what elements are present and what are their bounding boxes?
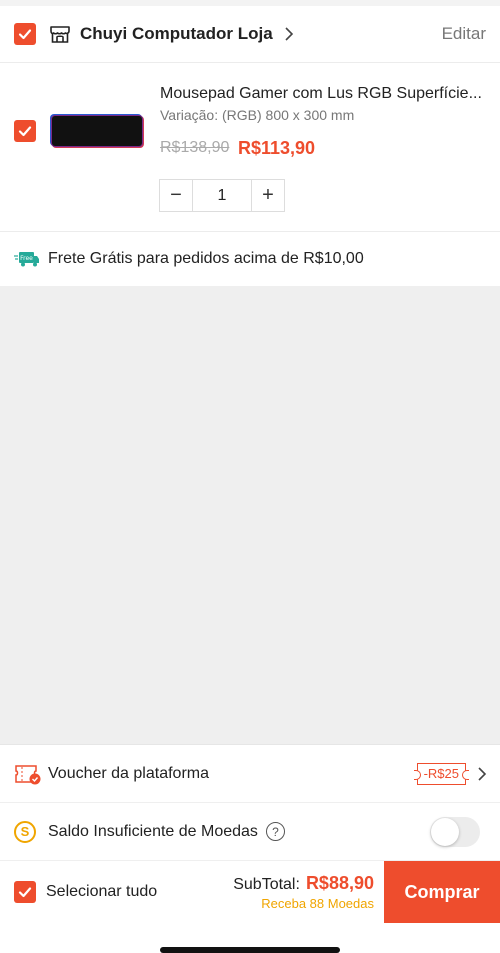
totals: SubTotal: R$88,90 Receba 88 Moedas (233, 873, 374, 911)
shop-checkbox[interactable] (14, 23, 36, 45)
store-icon (50, 26, 70, 43)
free-label: Free (20, 255, 33, 262)
voucher-icon (15, 764, 41, 784)
coins-row: S Saldo Insuficiente de Moedas ? (0, 803, 500, 861)
select-all-checkbox[interactable] (14, 881, 36, 903)
cart-item: Mousepad Gamer com Lus RGB Superfície...… (0, 63, 500, 232)
edit-button[interactable]: Editar (442, 24, 486, 44)
product-variation[interactable]: Variação: (RGB) 800 x 300 mm (160, 107, 354, 123)
buy-button[interactable]: Comprar (384, 861, 500, 923)
toggle-knob (431, 817, 459, 846)
shop-name[interactable]: Chuyi Computador Loja (80, 24, 273, 44)
item-checkbox[interactable] (14, 120, 36, 142)
help-icon[interactable]: ? (265, 822, 285, 841)
home-indicator (160, 947, 340, 953)
free-shipping-banner: Free Frete Grátis para pedidos acima de … (0, 232, 500, 286)
free-shipping-text: Frete Grátis para pedidos acima de R$10,… (48, 250, 364, 267)
platform-voucher-row[interactable]: Voucher da plataforma -R$25 (0, 745, 500, 803)
check-icon (18, 29, 32, 40)
sale-price: R$113,90 (238, 138, 316, 158)
coins-earned-text: Receba 88 Moedas (261, 896, 374, 911)
decrease-quantity-button[interactable]: − (160, 180, 192, 211)
mousepad-image (52, 116, 142, 146)
check-icon (18, 887, 32, 898)
checkout-bar: Selecionar tudo SubTotal: R$88,90 Receba… (0, 861, 500, 923)
subtotal-label: SubTotal: (233, 876, 300, 893)
check-icon (18, 126, 32, 137)
quantity-stepper: − 1 + (159, 179, 285, 212)
product-thumbnail[interactable] (50, 113, 144, 149)
select-all-label[interactable]: Selecionar tudo (46, 883, 157, 901)
voucher-label: Voucher da plataforma (48, 764, 209, 782)
chevron-right-icon[interactable] (283, 26, 295, 42)
product-title[interactable]: Mousepad Gamer com Lus RGB Superfície... (160, 85, 490, 103)
coins-label: Saldo Insuficiente de Moedas (48, 822, 258, 840)
coin-icon: S (14, 820, 36, 843)
checkout-panel: Voucher da plataforma -R$25 S Saldo Insu… (0, 744, 500, 953)
chevron-right-icon[interactable] (476, 766, 488, 782)
original-price: R$138,90 (160, 139, 230, 156)
subtotal-value: R$88,90 (305, 873, 374, 893)
increase-quantity-button[interactable]: + (252, 180, 284, 211)
free-shipping-truck-icon: Free (14, 252, 39, 267)
use-coins-toggle[interactable] (430, 816, 480, 847)
quantity-value[interactable]: 1 (192, 180, 252, 211)
voucher-discount-tag[interactable]: -R$25 (413, 762, 470, 785)
shop-header: Chuyi Computador Loja Editar (0, 6, 500, 63)
